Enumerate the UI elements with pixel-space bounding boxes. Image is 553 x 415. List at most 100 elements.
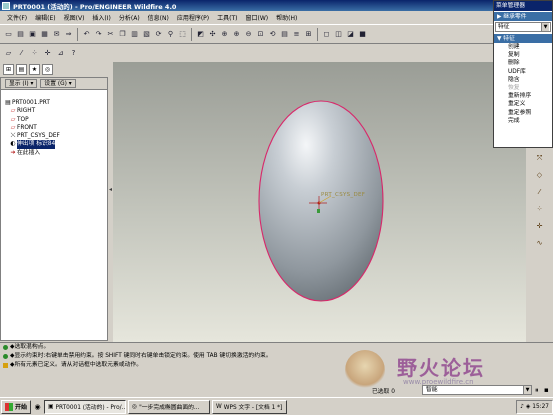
menu-view[interactable]: 视图(V) — [60, 13, 89, 22]
csys-label: PRT_CSYS_DEF — [321, 192, 366, 198]
volume-icon[interactable]: ♪ — [520, 404, 524, 410]
open-folder-icon[interactable]: ▤ — [15, 29, 26, 40]
copy-icon[interactable]: ❐ — [117, 29, 128, 40]
shading-icon[interactable]: ■ — [357, 29, 368, 40]
menu-file[interactable]: 文件(F) — [3, 13, 31, 22]
tree-item[interactable]: ▱ FRONT — [1, 124, 107, 132]
tree-item[interactable]: ▱ TOP — [1, 116, 107, 124]
start-button[interactable]: 开始 — [1, 399, 32, 414]
no-hidden-icon[interactable]: ◪ — [345, 29, 356, 40]
zoom-in-icon[interactable]: ⊕ — [231, 29, 242, 40]
curve-tool-icon[interactable]: ∿ — [534, 237, 546, 249]
tree-item[interactable]: ➔ 在此插入 — [1, 149, 107, 157]
message-line-2: ◆显示约束时:右键单击禁用约束。按 SHIFT 键同时右键单击锁定约束。使用 T… — [0, 352, 553, 361]
menu-manager-inherit-part[interactable]: ▶ 继承零件 — [494, 11, 552, 21]
layers-icon[interactable]: ≡ — [291, 29, 302, 40]
repaint-icon[interactable]: ◩ — [195, 29, 206, 40]
menu-manager: 菜单管理器 ▶ 继承零件 特征 ▼ ▼ 特征 创建 复制 删除 UDF库 隐含 恢复 重新排… — [493, 0, 553, 148]
save-icon[interactable]: ▣ — [27, 29, 38, 40]
menu-manager-item[interactable]: 复制 — [494, 51, 552, 59]
graphics-viewport[interactable]: PRT_CSYS_DEF — [113, 62, 526, 342]
datum-point-toggle-icon[interactable]: ⁘ — [29, 48, 40, 59]
sketch-tool-icon[interactable]: ⤧ — [534, 152, 546, 164]
plane-tool-icon[interactable]: ◇ — [534, 169, 546, 181]
tree-item[interactable]: ⤬ PRT_CSYS_DEF — [1, 132, 107, 140]
task-proe[interactable]: ▣ PRT0001 (活动的) - Pro/... — [44, 399, 127, 414]
menu-applications[interactable]: 应用程序(P) — [173, 13, 213, 22]
datum-axis-toggle-icon[interactable]: ⁄ — [16, 48, 27, 59]
system-tray: ♪ ◈ 15:27 — [516, 399, 553, 414]
send-icon[interactable]: ⇒ — [63, 29, 74, 40]
message-line-1: ◆选取混构点。 — [0, 343, 553, 352]
zoom-out-icon[interactable]: ⊖ — [243, 29, 254, 40]
pause-icon[interactable]: ⏸ — [535, 386, 543, 394]
menu-manager-item[interactable]: 隐含 — [494, 76, 552, 84]
selection-filter[interactable]: 智能 ▼ — [422, 385, 532, 395]
axis-tool-icon[interactable]: ⁄ — [534, 186, 546, 198]
menu-insert[interactable]: 插入(I) — [88, 13, 114, 22]
annotation-toggle-icon[interactable]: ⊿ — [55, 48, 66, 59]
context-help-icon[interactable]: ? — [68, 48, 79, 59]
orient-icon[interactable]: ⊕ — [219, 29, 230, 40]
menu-manager-item[interactable]: 重新排序 — [494, 92, 552, 100]
menu-manager-feature-header[interactable]: ▼ 特征 — [494, 33, 552, 43]
find-icon[interactable]: ⚲ — [165, 29, 176, 40]
chevron-down-icon[interactable]: ▼ — [523, 386, 531, 394]
menu-info[interactable]: 信息(N) — [144, 13, 173, 22]
regenerate-icon[interactable]: ⟳ — [153, 29, 164, 40]
spin-center-icon[interactable]: ✣ — [207, 29, 218, 40]
model-tree-tab-icon[interactable]: ⊞ — [3, 63, 14, 75]
ellipsoid-surface[interactable] — [258, 100, 384, 302]
web-tab-icon[interactable]: ◎ — [42, 63, 53, 75]
favorites-tab-icon[interactable]: ★ — [29, 63, 40, 75]
new-file-icon[interactable]: ▭ — [3, 29, 14, 40]
refit-icon[interactable]: ⊡ — [255, 29, 266, 40]
model-tree-panel: 显示 (I) ▾ 设置 (G) ▾ ▤ PRT0001.PRT ▱ RIGHT ▱ TOP… — [0, 77, 108, 341]
reorient-icon[interactable]: ⟲ — [267, 29, 278, 40]
tree-item[interactable]: ▤ PRT0001.PRT — [1, 99, 107, 107]
taskbar: 开始 ◉ ▣ PRT0001 (活动的) - Pro/... ◎ "一步完成椭圆… — [0, 397, 553, 415]
menu-manager-item[interactable]: 重定参照 — [494, 109, 552, 117]
menu-manager-item[interactable]: 删除 — [494, 59, 552, 67]
info-icon — [3, 345, 8, 350]
menu-manager-feature-select[interactable]: 特征 ▼ — [495, 22, 551, 32]
datum-plane-toggle-icon[interactable]: ▱ — [3, 48, 14, 59]
menu-edit[interactable]: 编辑(E) — [31, 13, 59, 22]
email-icon[interactable]: ✉ — [51, 29, 62, 40]
menu-window[interactable]: 窗口(W) — [242, 13, 273, 22]
paste-icon[interactable]: ▥ — [129, 29, 140, 40]
select-box-icon[interactable]: ⬚ — [177, 29, 188, 40]
folder-browser-tab-icon[interactable]: ▤ — [16, 63, 27, 75]
menu-help[interactable]: 帮助(H) — [272, 13, 301, 22]
task-wps[interactable]: W WPS 文字 - [文档 1 *] — [212, 399, 288, 414]
menu-tools[interactable]: 工具(T) — [213, 13, 241, 22]
network-icon[interactable]: ◈ — [526, 404, 530, 410]
redo-icon[interactable]: ↷ — [93, 29, 104, 40]
undo-icon[interactable]: ↶ — [81, 29, 92, 40]
menu-manager-item[interactable]: 完成 — [494, 117, 552, 125]
paste-special-icon[interactable]: ▧ — [141, 29, 152, 40]
task-browser[interactable]: ◎ "一步完成椭圆曲面的... — [128, 399, 211, 414]
wireframe-icon[interactable]: ◻ — [321, 29, 332, 40]
stop-icon[interactable]: ▪ — [544, 386, 552, 394]
menu-manager-item[interactable]: 创建 — [494, 43, 552, 51]
settings-dropdown[interactable]: 设置 (G) ▾ — [40, 79, 76, 88]
menu-manager-item[interactable]: 重定义 — [494, 100, 552, 108]
print-icon[interactable]: ▦ — [39, 29, 50, 40]
point-tool-icon[interactable]: ⁘ — [534, 203, 546, 215]
tree-item[interactable]: ◐ 伸出项 标识84 — [1, 140, 107, 149]
view-manager-icon[interactable]: ⊞ — [303, 29, 314, 40]
tree-item[interactable]: ▱ RIGHT — [1, 107, 107, 115]
separator — [191, 27, 192, 41]
collapse-grip-icon[interactable]: ◂ — [109, 186, 112, 200]
quick-launch-icon[interactable]: ◉ — [33, 402, 42, 411]
menu-analysis[interactable]: 分析(A) — [115, 13, 144, 22]
saved-views-icon[interactable]: ▤ — [279, 29, 290, 40]
chevron-down-icon[interactable]: ▼ — [541, 23, 549, 31]
hidden-line-icon[interactable]: ◫ — [333, 29, 344, 40]
csys-toggle-icon[interactable]: ✛ — [42, 48, 53, 59]
menu-manager-item[interactable]: UDF库 — [494, 68, 552, 76]
cut-icon[interactable]: ✂ — [105, 29, 116, 40]
show-dropdown[interactable]: 显示 (I) ▾ — [5, 79, 38, 88]
csys-tool-icon[interactable]: ✛ — [534, 220, 546, 232]
